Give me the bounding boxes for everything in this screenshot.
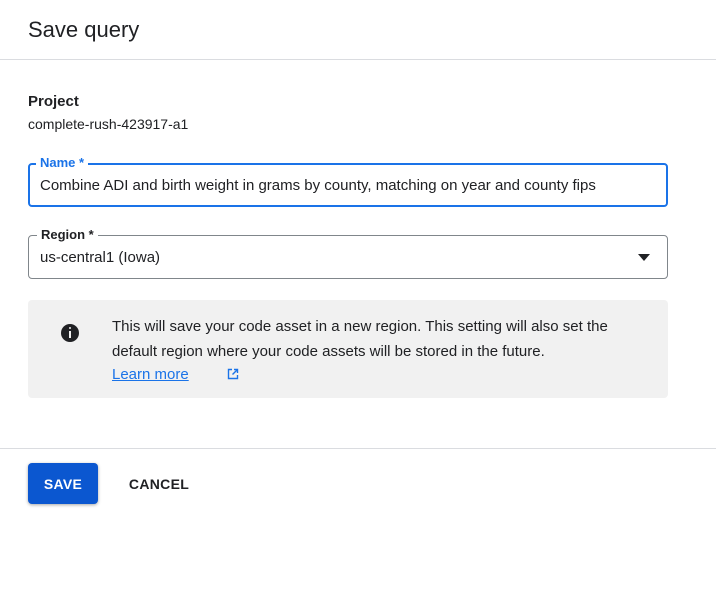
- region-selected-value: us-central1 (Iowa): [40, 249, 161, 266]
- dropdown-arrow-icon[interactable]: [638, 254, 650, 261]
- name-field[interactable]: Name *: [28, 155, 668, 207]
- cancel-button[interactable]: CANCEL: [114, 463, 204, 504]
- save-button[interactable]: SAVE: [28, 463, 98, 504]
- name-input[interactable]: [40, 165, 660, 205]
- region-field-label: Region *: [37, 227, 98, 243]
- save-query-dialog: Save query Project complete-rush-423917-…: [0, 0, 716, 604]
- info-icon: [61, 324, 79, 342]
- info-text: This will save your code asset in a new …: [112, 318, 608, 360]
- project-label: Project: [28, 93, 79, 110]
- header-divider: [0, 59, 716, 60]
- dialog-title: Save query: [28, 17, 140, 42]
- info-box: This will save your code asset in a new …: [28, 300, 668, 398]
- learn-more-link[interactable]: Learn more: [112, 364, 189, 386]
- region-select[interactable]: Region * us-central1 (Iowa): [28, 227, 668, 279]
- external-link-icon[interactable]: [227, 368, 239, 380]
- footer-divider: [0, 448, 716, 449]
- project-value: complete-rush-423917-a1: [28, 116, 189, 132]
